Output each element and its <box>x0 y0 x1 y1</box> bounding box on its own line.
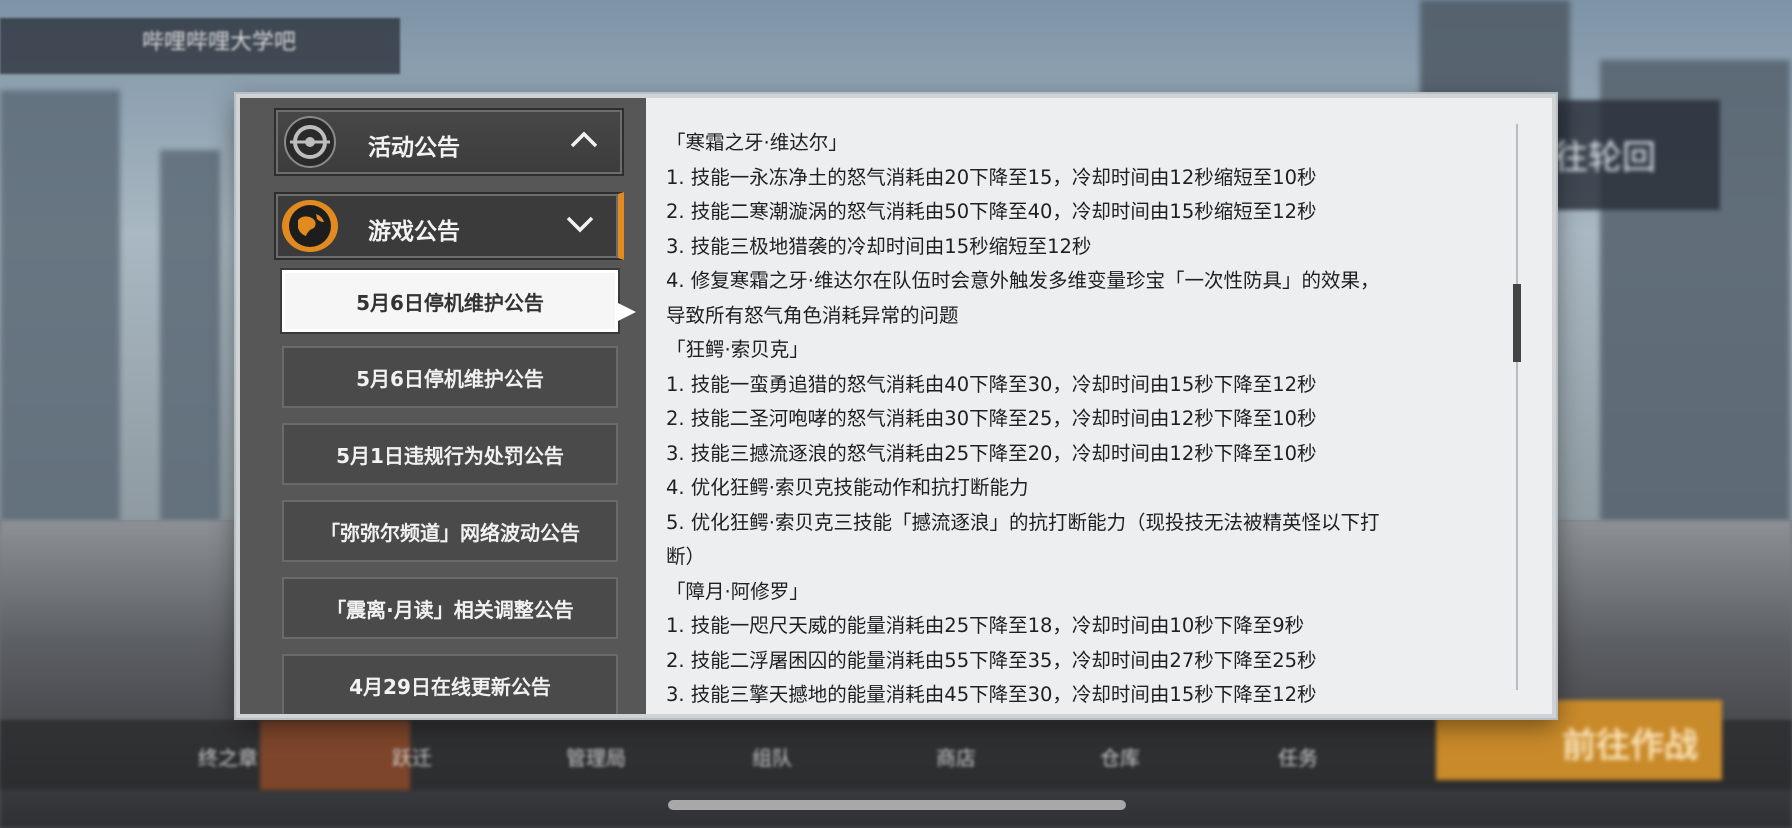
content-line: 4. 修复寒霜之牙·维达尔在队伍时会意外触发多维变量珍宝「一次性防具」的效果， <box>666 269 1380 292</box>
bottom-nav-item[interactable]: 任务 <box>1278 742 1318 771</box>
bottom-nav-item[interactable]: 终之章 <box>198 742 258 771</box>
announcement-sidebar: 活动公告 游戏公告 5月6日停机维护公告 5月6日停机维护公告 5月1日违规行为… <box>240 98 646 714</box>
content-line: 1. 技能一蛮勇追猎的怒气消耗由40下降至30，冷却时间由15秒下降至12秒 <box>666 372 1317 396</box>
content-line: 5. 优化狂鳄·索贝克三技能「撼流逐浪」的抗打断能力（现投技无法被精英怪以下打 <box>666 510 1380 534</box>
content-line: 2. 技能二浮屠困囚的能量消耗由55下降至35，冷却时间由27秒下降至25秒 <box>666 648 1317 672</box>
content-line: 「障月·阿修罗」 <box>666 579 809 603</box>
content-line: 1. 技能一咫尺天威的能量消耗由25下降至18，冷却时间由10秒下降至9秒 <box>666 614 1305 637</box>
bottom-nav-item[interactable]: 商店 <box>936 742 976 771</box>
go-battle-label: 前往作战 <box>1562 726 1698 766</box>
announcement-dialog: 活动公告 游戏公告 5月6日停机维护公告 5月6日停机维护公告 5月1日违规行为… <box>236 94 1556 718</box>
notice-item[interactable]: 「弥弥尔频道」网络波动公告 <box>282 500 618 562</box>
content-line: 1. 技能一永冻净土的怒气消耗由20下降至15，冷却时间由12秒缩短至10秒 <box>666 165 1317 189</box>
globe-emblem-icon <box>282 200 338 252</box>
notice-item[interactable]: 5月6日停机维护公告 <box>280 268 620 334</box>
content-line: 断） <box>666 545 706 568</box>
content-line: 3. 技能三擎天撼地的能量消耗由45下降至30，冷却时间由15秒下降至12秒 <box>666 683 1317 706</box>
bottom-nav-item[interactable]: 跃迁 <box>392 742 432 771</box>
chevron-up-icon <box>570 131 598 148</box>
bottom-badge <box>260 720 410 790</box>
announcement-content[interactable]: 「寒霜之牙·维达尔」 1. 技能一永冻净土的怒气消耗由20下降至15，冷却时间由… <box>646 98 1552 714</box>
notice-item[interactable]: 「震离·月读」相关调整公告 <box>282 577 618 639</box>
content-line: 导致所有怒气角色消耗异常的问题 <box>666 303 959 327</box>
scrollbar-thumb[interactable] <box>1513 284 1521 362</box>
bottom-nav-item[interactable]: 管理局 <box>566 742 626 771</box>
scrollbar-track[interactable] <box>1516 124 1518 690</box>
category-label: 活动公告 <box>368 135 460 161</box>
category-game[interactable]: 游戏公告 <box>274 192 624 260</box>
content-line: 3. 技能三撼流逐浪的怒气消耗由25下降至20，冷却时间由12秒下降至10秒 <box>666 441 1317 465</box>
category-label: 游戏公告 <box>368 219 460 245</box>
chevron-down-icon <box>566 216 594 233</box>
selected-pointer-icon <box>618 303 636 321</box>
activity-emblem-icon <box>284 116 336 168</box>
notice-item[interactable]: 5月1日违规行为处罚公告 <box>282 423 618 485</box>
notice-item[interactable]: 4月29日在线更新公告 <box>282 654 618 714</box>
bottom-nav-item[interactable]: 组队 <box>752 742 792 771</box>
content-line: 「寒霜之牙·维达尔」 <box>666 131 848 154</box>
content-line: 3. 技能三极地猎袭的冷却时间由15秒缩短至12秒 <box>666 234 1092 258</box>
category-activity[interactable]: 活动公告 <box>274 108 624 176</box>
content-line: 4. 优化狂鳄·索贝克技能动作和抗打断能力 <box>666 476 1029 499</box>
top-left-title: 哔哩哔哩大学吧 <box>142 30 297 55</box>
announcement-text: 「寒霜之牙·维达尔」 1. 技能一永冻净土的怒气消耗由20下降至15，冷却时间由… <box>666 126 1526 713</box>
bottom-nav-item[interactable]: 仓库 <box>1100 742 1140 771</box>
content-line: 2. 技能二寒潮漩涡的怒气消耗由50下降至40，冷却时间由15秒缩短至12秒 <box>666 200 1317 223</box>
content-line: 「狂鳄·索贝克」 <box>666 338 809 361</box>
notice-item[interactable]: 5月6日停机维护公告 <box>282 346 618 408</box>
building <box>0 90 120 530</box>
content-line: 2. 技能二圣河咆哮的怒气消耗由30下降至25，冷却时间由12秒下降至10秒 <box>666 407 1317 430</box>
building <box>160 150 220 530</box>
